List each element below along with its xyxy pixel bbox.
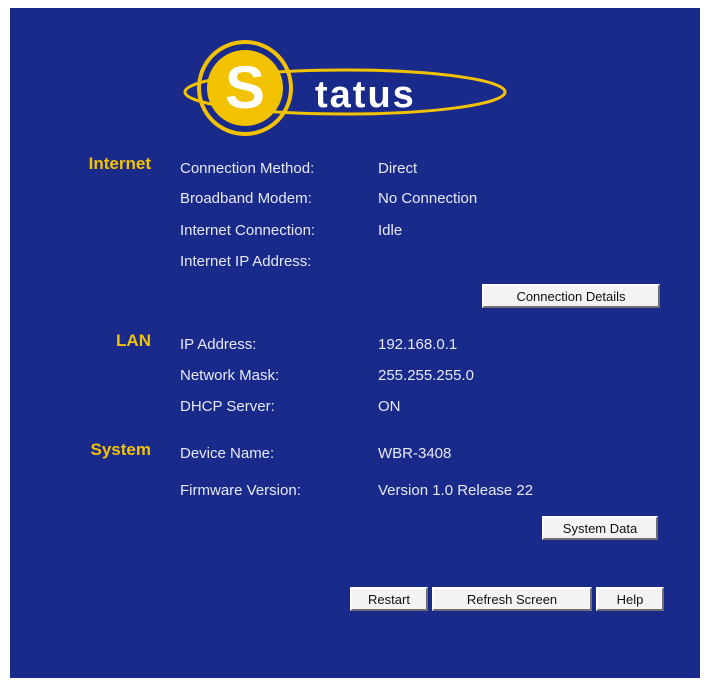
ip-address-label: IP Address: bbox=[180, 336, 257, 353]
connection-details-button[interactable]: Connection Details bbox=[482, 284, 660, 308]
help-button[interactable]: Help bbox=[596, 587, 664, 611]
network-mask-label: Network Mask: bbox=[180, 367, 280, 384]
connection-method-label: Connection Method: bbox=[180, 160, 315, 177]
internet-ip-label: Internet IP Address: bbox=[180, 253, 312, 270]
logo-letter: S bbox=[225, 54, 265, 121]
dhcp-server-label: DHCP Server: bbox=[180, 398, 275, 415]
internet-connection-value: Idle bbox=[378, 222, 403, 239]
firmware-version-value: Version 1.0 Release 22 bbox=[378, 482, 534, 499]
network-mask-value: 255.255.255.0 bbox=[378, 367, 474, 384]
refresh-screen-button[interactable]: Refresh Screen bbox=[432, 587, 592, 611]
dhcp-server-value: ON bbox=[378, 398, 401, 415]
status-panel: S tatus Internet Connection Method: Dire… bbox=[10, 8, 700, 678]
firmware-version-label: Firmware Version: bbox=[180, 482, 301, 499]
device-name-label: Device Name: bbox=[180, 445, 275, 462]
broadband-modem-label: Broadband Modem: bbox=[180, 190, 312, 207]
logo-text: tatus bbox=[315, 74, 416, 116]
ip-address-value: 192.168.0.1 bbox=[378, 336, 458, 353]
section-system: System bbox=[90, 440, 151, 459]
section-internet: Internet bbox=[88, 154, 151, 173]
connection-method-value: Direct bbox=[378, 160, 418, 177]
restart-button[interactable]: Restart bbox=[350, 587, 428, 611]
section-lan: LAN bbox=[116, 331, 151, 350]
system-data-button[interactable]: System Data bbox=[542, 516, 658, 540]
broadband-modem-value: No Connection bbox=[378, 190, 478, 207]
device-name-value: WBR-3408 bbox=[378, 445, 452, 462]
internet-connection-label: Internet Connection: bbox=[180, 222, 316, 239]
